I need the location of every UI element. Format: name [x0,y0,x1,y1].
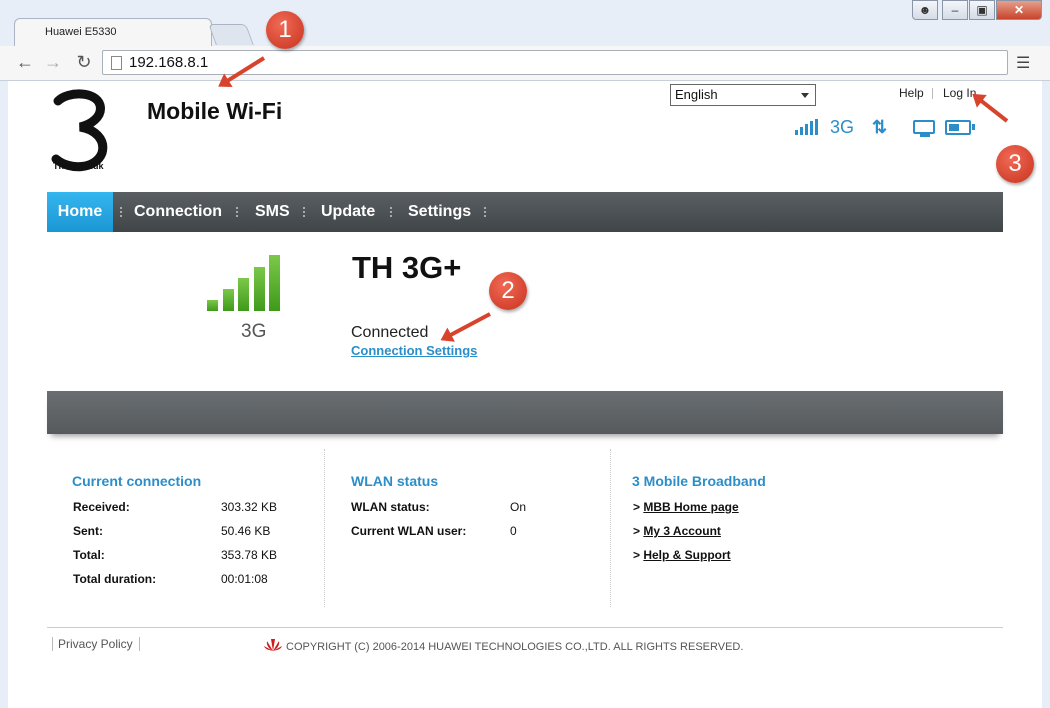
back-arrow-icon[interactable]: ← [14,51,36,73]
copyright-text: COPYRIGHT (C) 2006-2014 HUAWEI TECHNOLOG… [286,641,744,653]
logo-caption: Three.co.uk [53,161,104,171]
help-support-link-text[interactable]: Help & Support [643,548,730,562]
forward-arrow-icon[interactable]: → [42,51,64,73]
received-label: Received: [73,500,130,514]
nav-settings[interactable]: Settings [408,192,471,232]
nav-update[interactable]: Update [321,192,375,232]
privacy-policy-link[interactable]: Privacy Policy [58,637,133,651]
tab-title: Huawei E5330 [45,26,117,38]
column-divider [610,449,612,607]
page-icon [111,56,122,70]
sent-value: 50.46 KB [221,524,271,538]
close-button[interactable]: ✕ [996,0,1042,20]
wlan-user-label: Current WLAN user: [351,524,467,538]
browser-tab[interactable]: Huawei E5330 [14,18,212,47]
language-value: English [675,87,718,102]
signal-type-label: 3G [241,321,267,342]
main-nav: Home Connection SMS Update Settings [47,192,1003,232]
divider [932,88,933,99]
battery-level [949,124,959,131]
nav-sms[interactable]: SMS [255,192,290,232]
maximize-button[interactable]: ▣ [969,0,995,20]
reload-icon[interactable]: ↻ [73,51,95,73]
huawei-logo-icon [264,639,282,651]
footer-divider [47,627,1003,628]
duration-label: Total duration: [73,572,157,586]
total-value: 353.78 KB [221,548,278,562]
total-label: Total: [73,548,105,562]
mbb-home-link-text[interactable]: MBB Home page [643,500,738,514]
annotation-badge-3: 3 [996,145,1034,183]
nav-home[interactable]: Home [47,192,113,232]
nav-connection[interactable]: Connection [134,192,222,232]
minimize-button[interactable]: – [942,0,968,20]
nav-separator [484,207,488,217]
received-value: 303.32 KB [221,500,278,514]
wlan-user-value: 0 [510,524,517,538]
data-transfer-icon: ⇅ [872,117,888,137]
url-text[interactable]: 192.168.8.1 [129,54,208,71]
divider [139,637,140,651]
page-title: Mobile Wi-Fi [147,98,283,124]
column-divider [324,449,326,607]
duration-value: 00:01:08 [221,572,268,586]
current-connection-title: Current connection [72,473,202,489]
sent-label: Sent: [73,524,103,538]
nav-separator [120,207,124,217]
operator-name: TH 3G+ [352,250,462,285]
banner-band [47,391,1003,434]
mbb-home-link[interactable]: > MBB Home page [633,500,739,514]
annotation-badge-2: 2 [489,272,527,310]
nav-separator [236,207,240,217]
chevron-down-icon [801,93,809,98]
signal-strength-icon [795,119,821,135]
nav-separator [390,207,394,217]
new-tab-button[interactable] [208,24,254,45]
wlan-status-title: WLAN status [351,473,439,489]
help-support-link[interactable]: > Help & Support [633,548,731,562]
signal-bars-icon [207,255,283,311]
help-link[interactable]: Help [899,86,924,100]
web-page: Three.co.uk Mobile Wi-Fi English Help Lo… [8,81,1042,708]
monitor-stand [920,134,930,137]
broadband-title: 3 Mobile Broadband [632,473,766,489]
network-type: 3G [830,117,855,137]
menu-icon[interactable]: ☰ [1016,53,1032,72]
connection-status: Connected [351,324,429,341]
my3-account-link[interactable]: > My 3 Account [633,524,721,538]
battery-icon [945,120,971,135]
divider [52,637,53,651]
connection-settings-link[interactable]: Connection Settings [351,343,477,358]
my3-account-link-text[interactable]: My 3 Account [643,524,721,538]
wlan-status-value: On [510,500,527,514]
language-select[interactable]: English [670,84,816,106]
user-icon[interactable]: ☻ [912,0,938,20]
nav-separator [303,207,307,217]
wifi-devices-icon [913,120,935,134]
annotation-badge-1: 1 [266,11,304,49]
battery-tip [972,124,975,130]
wlan-status-label: WLAN status: [351,500,430,514]
